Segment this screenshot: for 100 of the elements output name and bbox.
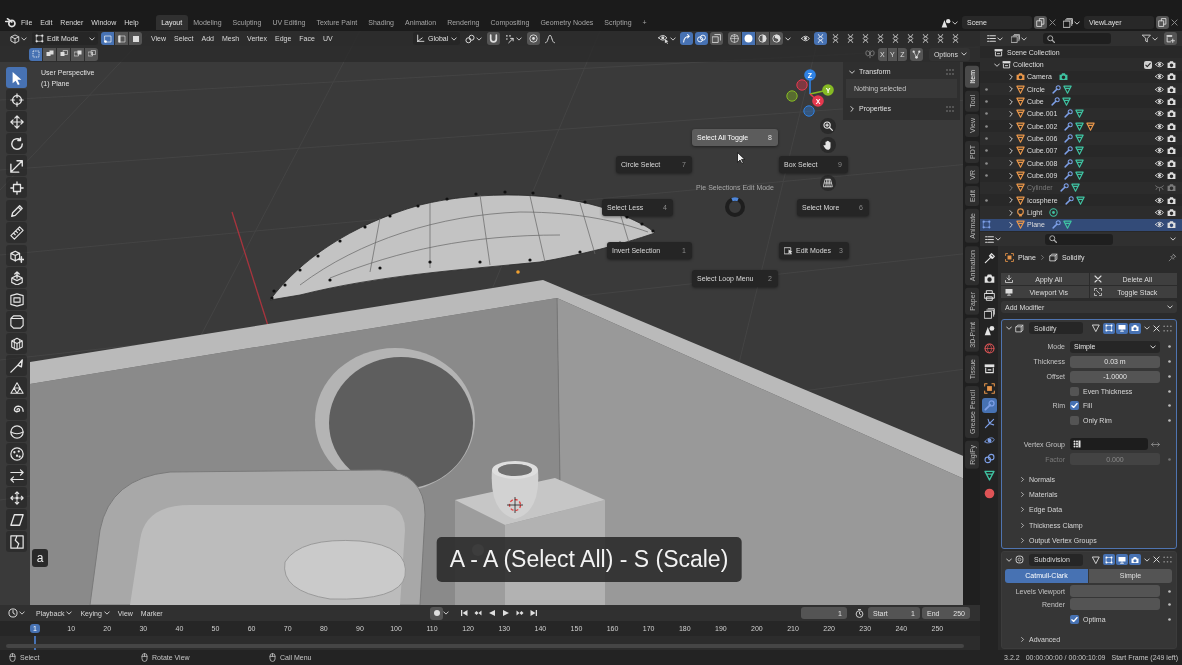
chevron-down-icon[interactable]	[1006, 557, 1012, 563]
dot-icon[interactable]	[984, 174, 988, 178]
copy-button[interactable]	[1034, 16, 1047, 29]
checkbox[interactable]	[1144, 60, 1152, 69]
falloff-dropdown[interactable]	[543, 32, 557, 45]
modifier-toggle-button[interactable]	[1090, 322, 1102, 334]
dot-icon[interactable]	[1168, 345, 1171, 348]
dot-icon[interactable]	[1168, 617, 1171, 621]
tool-button[interactable]	[6, 133, 27, 154]
modifier-toggle-button[interactable]	[1103, 322, 1115, 334]
tool-button[interactable]	[6, 443, 27, 464]
double-arrow-icon[interactable]	[1151, 439, 1160, 449]
camera-icon[interactable]	[1167, 121, 1176, 131]
dot-icon[interactable]	[984, 198, 988, 202]
eye-icon[interactable]	[1155, 195, 1164, 205]
selection-mode-button[interactable]	[71, 47, 84, 61]
viewport-toggle-button[interactable]	[710, 32, 723, 45]
close-icon[interactable]	[1171, 19, 1178, 26]
camera-icon[interactable]	[1167, 146, 1176, 156]
tool-button[interactable]	[6, 399, 27, 420]
selection-mode-button[interactable]	[57, 47, 70, 61]
logo-icon[interactable]	[5, 17, 16, 28]
editor-type-dropdown[interactable]	[6, 606, 27, 620]
properties-tab[interactable]	[981, 305, 997, 321]
shading-button[interactable]	[728, 32, 741, 45]
eye-icon[interactable]	[1155, 84, 1164, 94]
eye-icon[interactable]	[1155, 109, 1164, 119]
camera-icon[interactable]	[1167, 158, 1176, 168]
tool-button[interactable]	[6, 421, 27, 442]
tool-button[interactable]	[6, 245, 27, 266]
vertex-group-field[interactable]	[1070, 438, 1148, 450]
properties-tab[interactable]	[981, 380, 997, 396]
caret-icon[interactable]	[1144, 557, 1150, 563]
snap-button[interactable]	[487, 32, 500, 45]
record-button[interactable]	[430, 606, 443, 620]
selection-mode-button[interactable]	[85, 47, 98, 61]
new-collection-button[interactable]	[1164, 32, 1177, 45]
eye-icon[interactable]	[1155, 134, 1164, 144]
eye-icon[interactable]	[1155, 158, 1164, 168]
modifier-toggle-button[interactable]	[1129, 554, 1141, 566]
select-mode-button[interactable]	[129, 32, 142, 45]
caret-icon[interactable]	[1144, 325, 1150, 331]
dot-icon[interactable]	[984, 100, 988, 104]
tool-button[interactable]	[6, 531, 27, 552]
eye-icon[interactable]	[1155, 146, 1164, 156]
checkbox[interactable]	[1070, 386, 1079, 396]
camera-icon[interactable]	[1167, 84, 1176, 94]
dot-icon[interactable]	[984, 124, 988, 128]
dot-icon[interactable]	[984, 137, 988, 141]
display-mode-dropdown[interactable]	[985, 32, 1005, 45]
vertex-square-icon[interactable]	[981, 220, 991, 230]
select-mode-button[interactable]	[101, 32, 114, 45]
pivot-dropdown[interactable]	[463, 32, 484, 45]
proportional-edit-button[interactable]	[527, 32, 540, 45]
camera-icon[interactable]	[1167, 97, 1176, 107]
visibility-dropdown[interactable]	[656, 32, 678, 45]
camera-icon[interactable]	[1167, 109, 1176, 119]
gizmo-axis-handle[interactable]	[803, 105, 815, 117]
filter-toggle-button[interactable]	[814, 32, 827, 45]
eye-icon[interactable]	[1155, 72, 1164, 82]
selection-mode-button[interactable]	[29, 47, 42, 61]
eye-icon[interactable]	[1155, 60, 1164, 69]
chevron-down-icon[interactable]	[994, 61, 1000, 68]
pin-icon[interactable]	[1168, 252, 1177, 262]
camera-icon[interactable]	[1167, 134, 1176, 144]
modifier-toggle-button[interactable]	[1129, 322, 1141, 334]
modifier-toggle-button[interactable]	[1116, 322, 1128, 334]
shading-button[interactable]	[770, 32, 783, 45]
dot-icon[interactable]	[984, 112, 988, 116]
dot-icon[interactable]	[1168, 418, 1171, 422]
tool-button[interactable]	[6, 333, 27, 354]
funnel-dropdown[interactable]	[1140, 32, 1160, 45]
viewport-toggle-button[interactable]	[695, 32, 708, 45]
tool-button[interactable]	[6, 155, 27, 176]
camera-icon[interactable]	[1167, 171, 1176, 181]
dot-icon[interactable]	[1168, 360, 1171, 363]
camera-icon[interactable]	[1167, 72, 1176, 82]
tool-button[interactable]	[6, 200, 27, 221]
tool-button[interactable]	[6, 311, 27, 332]
tool-button[interactable]	[6, 377, 27, 398]
tool-button[interactable]	[6, 67, 27, 88]
camera-icon[interactable]	[1167, 60, 1176, 69]
search-field[interactable]	[1043, 33, 1111, 44]
tool-button[interactable]	[6, 509, 27, 530]
copy-button[interactable]	[1156, 16, 1169, 29]
properties-tab[interactable]	[981, 398, 997, 413]
eye-icon[interactable]	[1155, 97, 1164, 107]
gizmo-axis-handle[interactable]	[796, 79, 808, 91]
camera-icon[interactable]	[1167, 208, 1176, 218]
shading-button[interactable]	[756, 32, 769, 45]
properties-tab[interactable]	[981, 288, 997, 303]
caret-icon[interactable]	[443, 610, 449, 616]
tool-button[interactable]	[6, 89, 27, 110]
modifier-toggle-button[interactable]	[1103, 554, 1115, 566]
dot-icon[interactable]	[1168, 389, 1171, 393]
dot-icon[interactable]	[984, 161, 988, 165]
snap-target-dropdown[interactable]	[503, 32, 524, 45]
properties-tab[interactable]	[981, 468, 997, 483]
eye-icon[interactable]	[1155, 208, 1164, 218]
modifier-toggle-button[interactable]	[1090, 554, 1102, 566]
